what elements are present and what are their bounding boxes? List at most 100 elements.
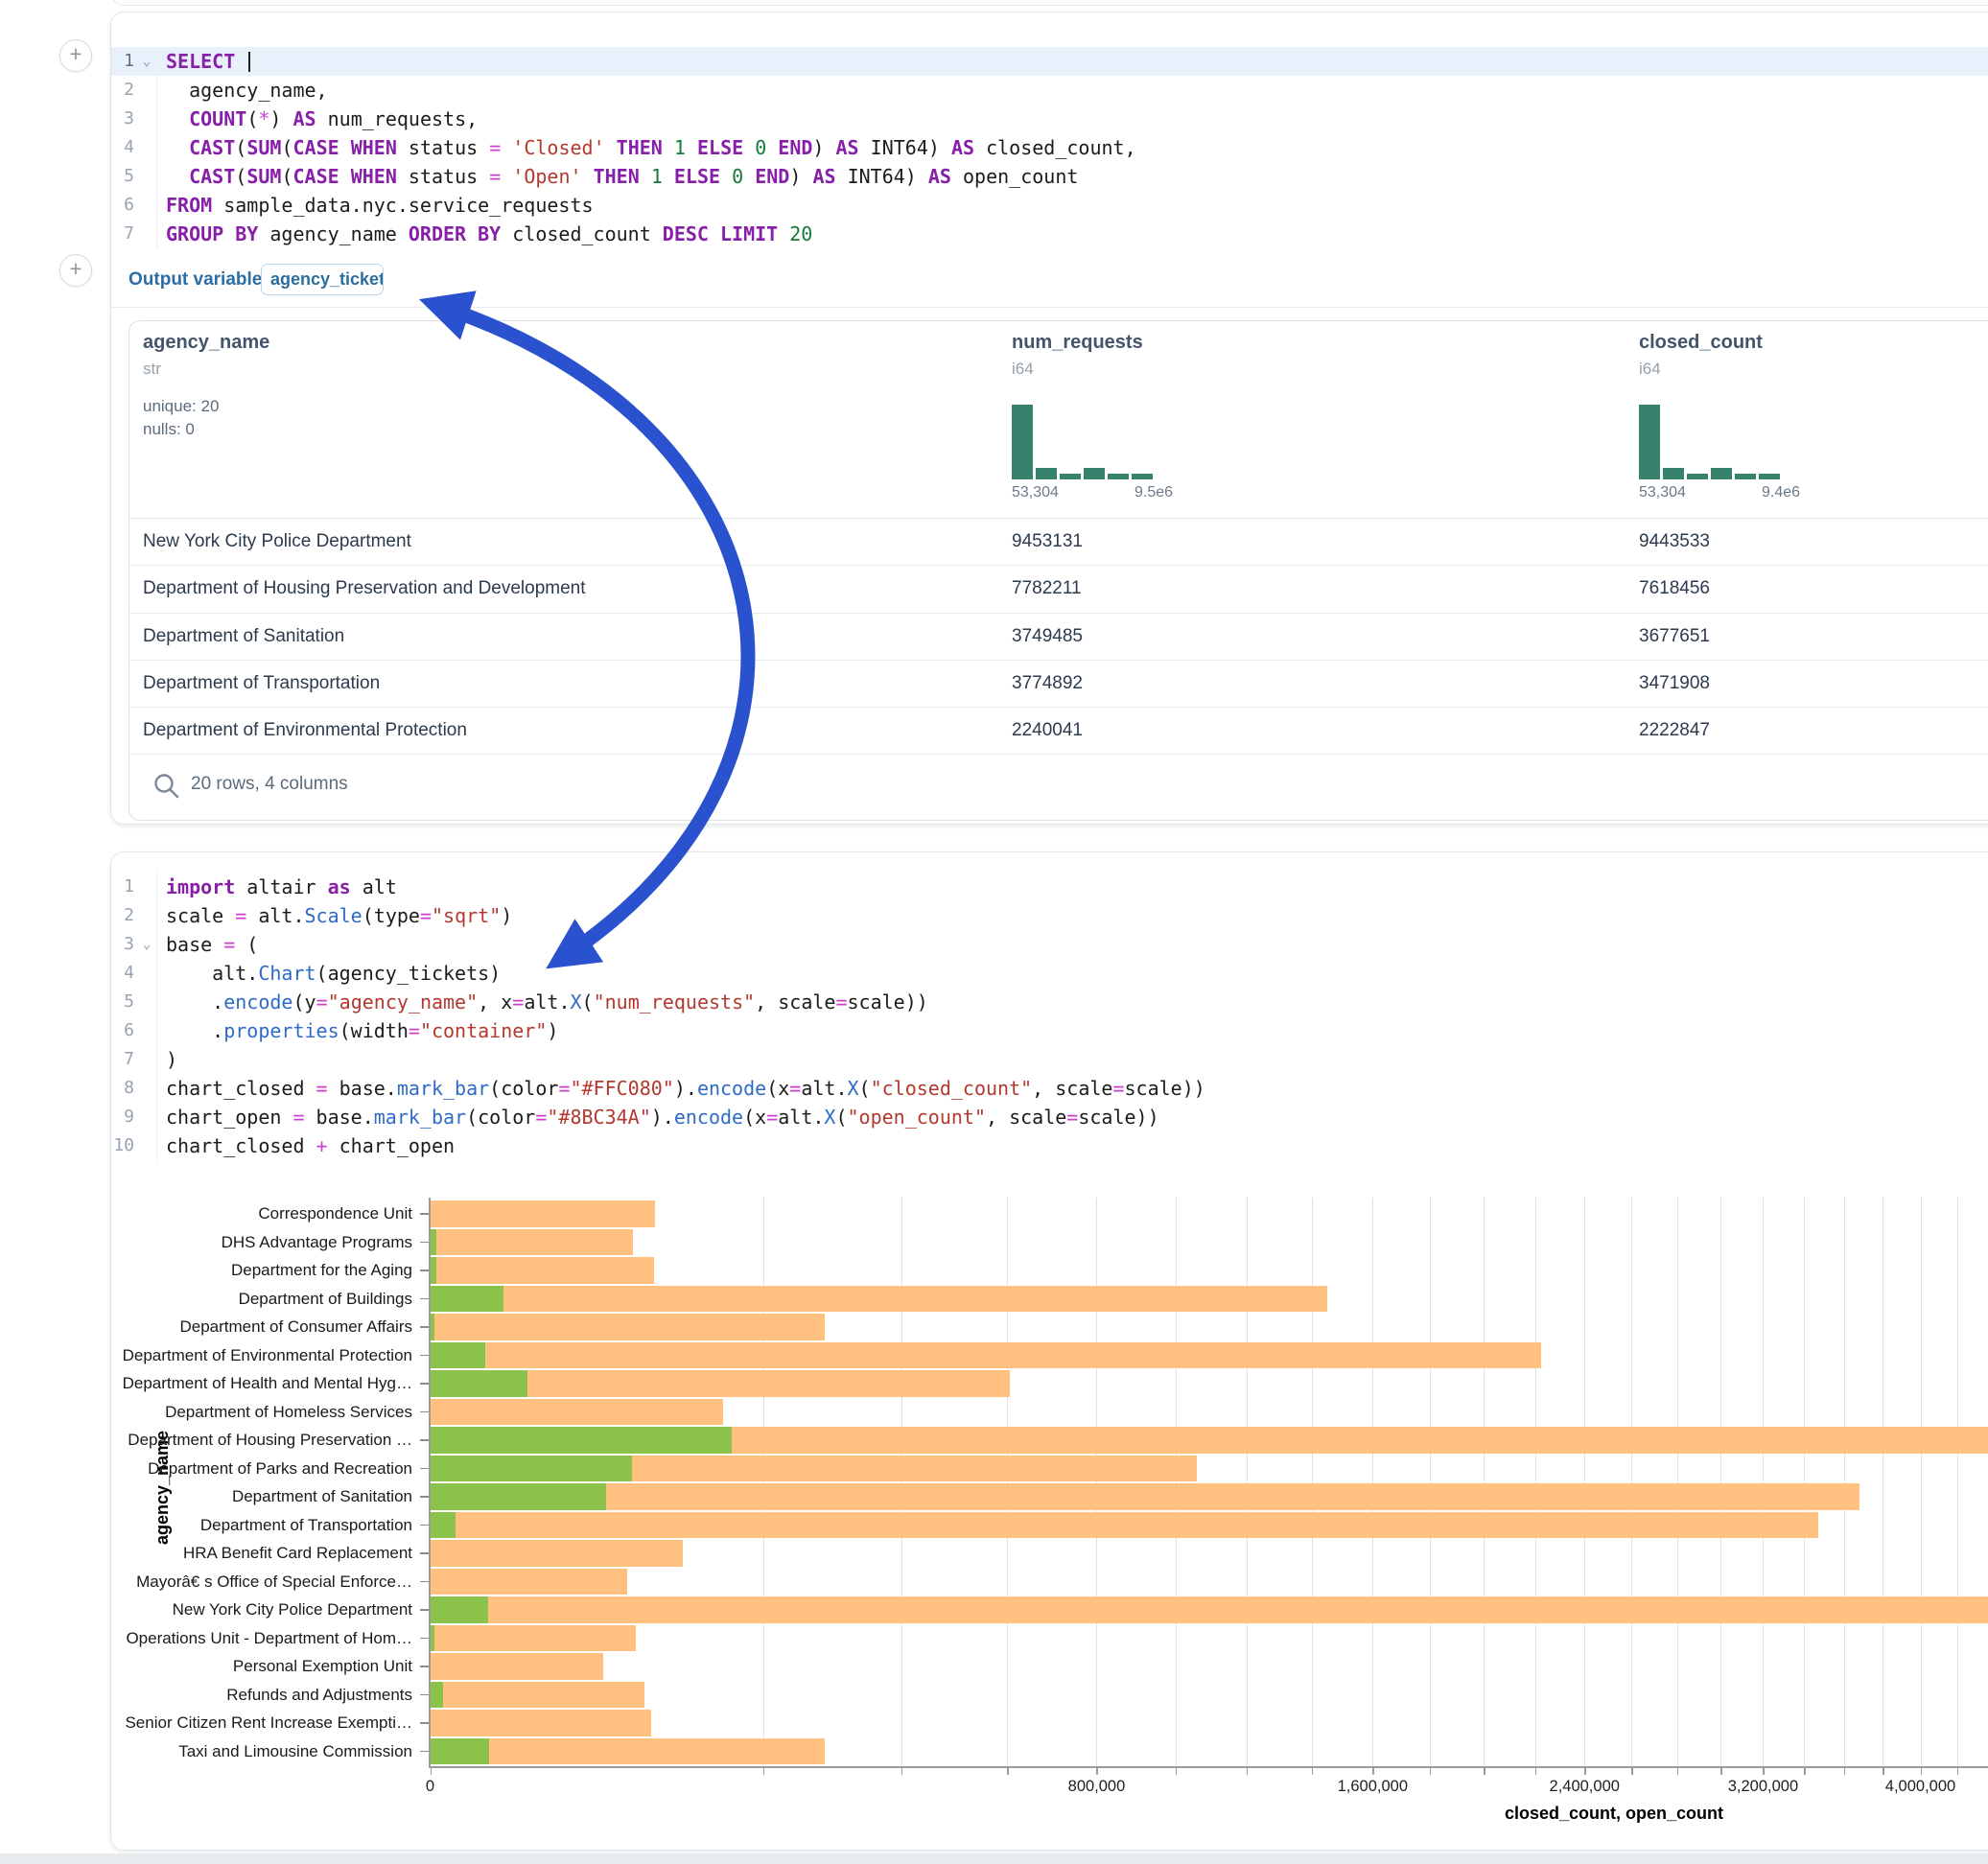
python-code-editor[interactable]: 1import altair as alt2scale = alt.Scale(… bbox=[111, 873, 1988, 1160]
fold-chevron-icon[interactable]: ⌄ bbox=[138, 47, 155, 76]
bar-closed-count[interactable] bbox=[431, 1540, 683, 1567]
table-row[interactable]: Department of Environmental Protection22… bbox=[129, 707, 1988, 755]
column-stat-unique: unique: 20 bbox=[143, 397, 219, 416]
search-icon[interactable] bbox=[152, 772, 181, 801]
code-line-5[interactable]: 5 .encode(y="agency_name", x=alt.X("num_… bbox=[111, 988, 1988, 1016]
chart-category-label: Department for the Aging bbox=[111, 1256, 412, 1285]
bar-open-count[interactable] bbox=[431, 1286, 504, 1313]
fold-chevron-icon[interactable]: ⌄ bbox=[138, 930, 155, 959]
line-number: 1 bbox=[111, 47, 134, 76]
chart-x-tick bbox=[1677, 1768, 1679, 1775]
bar-closed-count[interactable] bbox=[431, 1314, 826, 1340]
chart-y-tick bbox=[420, 1383, 429, 1385]
chart-gridline bbox=[1247, 1198, 1248, 1766]
bar-closed-count[interactable] bbox=[431, 1200, 655, 1227]
chart-gridline bbox=[1957, 1198, 1958, 1766]
chart-gridline bbox=[1677, 1198, 1678, 1766]
bar-open-count[interactable] bbox=[431, 1682, 443, 1709]
chart-y-tick bbox=[420, 1355, 429, 1357]
table-row[interactable]: Department of Housing Preservation and D… bbox=[129, 565, 1988, 613]
bar-closed-count[interactable] bbox=[431, 1569, 628, 1596]
code-line-6[interactable]: 6FROM sample_data.nyc.service_requests bbox=[111, 191, 1988, 220]
bar-open-count[interactable] bbox=[431, 1456, 633, 1482]
chart-category-label: Department of Health and Mental Hyg… bbox=[111, 1369, 412, 1398]
bar-closed-count[interactable] bbox=[431, 1625, 637, 1652]
table-row[interactable]: Department of Sanitation37494853677651 bbox=[129, 613, 1988, 661]
output-variable-row: Output variable: agency_tickets bbox=[111, 266, 1988, 308]
bar-open-count[interactable] bbox=[431, 1596, 488, 1623]
bar-open-count[interactable] bbox=[431, 1427, 732, 1454]
line-number: 5 bbox=[111, 988, 134, 1016]
bar-open-count[interactable] bbox=[431, 1370, 528, 1397]
bar-closed-count[interactable] bbox=[431, 1653, 604, 1680]
add-cell-button-top[interactable]: + bbox=[59, 39, 92, 72]
sql-code-editor[interactable]: 1⌄SELECT 2 agency_name,3 COUNT(*) AS num… bbox=[111, 47, 1988, 248]
code-line-2[interactable]: 2scale = alt.Scale(type="sqrt") bbox=[111, 901, 1988, 930]
chart-x-tick bbox=[1631, 1768, 1633, 1775]
column-type: i64 bbox=[1639, 360, 1661, 379]
chart-y-tick bbox=[420, 1242, 429, 1244]
chart-gridline bbox=[1844, 1198, 1845, 1766]
table-row[interactable]: New York City Police Department945313194… bbox=[129, 518, 1988, 566]
code-line-7[interactable]: 7) bbox=[111, 1045, 1988, 1074]
bar-closed-count[interactable] bbox=[431, 1286, 1328, 1313]
bar-closed-count[interactable] bbox=[431, 1710, 651, 1736]
table-cell: 3677651 bbox=[1639, 613, 1710, 660]
chart-x-tick bbox=[1372, 1768, 1374, 1775]
bar-closed-count[interactable] bbox=[431, 1738, 825, 1765]
chart-x-tick-label: 1,600,000 bbox=[1338, 1778, 1408, 1796]
bar-closed-count[interactable] bbox=[431, 1596, 1988, 1623]
column-name: closed_count bbox=[1639, 332, 1763, 354]
code-line-7[interactable]: 7GROUP BY agency_name ORDER BY closed_co… bbox=[111, 220, 1988, 248]
column-stat-nulls: nulls: 0 bbox=[143, 420, 195, 439]
table-row-count: 20 rows, 4 columns bbox=[191, 774, 348, 795]
bar-open-count[interactable] bbox=[431, 1314, 434, 1340]
chart-category-label: Senior Citizen Rent Increase Exempti… bbox=[111, 1709, 412, 1737]
code-line-2[interactable]: 2 agency_name, bbox=[111, 76, 1988, 105]
chart-y-tick bbox=[420, 1496, 429, 1498]
bar-closed-count[interactable] bbox=[431, 1483, 1859, 1510]
code-line-10[interactable]: 10chart_closed + chart_open bbox=[111, 1131, 1988, 1160]
chart-x-tick bbox=[1007, 1768, 1009, 1775]
bar-open-count[interactable] bbox=[431, 1738, 489, 1765]
bar-open-count[interactable] bbox=[431, 1625, 435, 1652]
bar-closed-count[interactable] bbox=[431, 1682, 645, 1709]
bar-open-count[interactable] bbox=[431, 1257, 436, 1284]
chart-x-tick bbox=[1247, 1768, 1249, 1775]
code-line-4[interactable]: 4 CAST(SUM(CASE WHEN status = 'Closed' T… bbox=[111, 133, 1988, 162]
bar-closed-count[interactable] bbox=[431, 1342, 1541, 1369]
code-line-3[interactable]: 3⌄base = ( bbox=[111, 930, 1988, 959]
code-line-1[interactable]: 1import altair as alt bbox=[111, 873, 1988, 901]
horizontal-scrollbar[interactable] bbox=[0, 1853, 1988, 1864]
chart-x-tick bbox=[1720, 1768, 1722, 1775]
bar-closed-count[interactable] bbox=[431, 1512, 1819, 1539]
bar-closed-count[interactable] bbox=[431, 1257, 654, 1284]
table-row[interactable]: Department of Transportation377489234719… bbox=[129, 660, 1988, 708]
chart-y-tick bbox=[420, 1525, 429, 1526]
bar-closed-count[interactable] bbox=[431, 1399, 724, 1426]
code-line-6[interactable]: 6 .properties(width="container") bbox=[111, 1016, 1988, 1045]
chart-category-label: Department of Environmental Protection bbox=[111, 1341, 412, 1370]
bar-open-count[interactable] bbox=[431, 1229, 436, 1256]
code-line-3[interactable]: 3 COUNT(*) AS num_requests, bbox=[111, 105, 1988, 133]
chart-y-tick bbox=[420, 1722, 429, 1724]
code-line-1[interactable]: 1⌄SELECT bbox=[111, 47, 1988, 76]
code-line-8[interactable]: 8chart_closed = base.mark_bar(color="#FF… bbox=[111, 1074, 1988, 1103]
chart-x-axis-title: closed_count, open_count bbox=[1505, 1804, 1723, 1824]
bar-open-count[interactable] bbox=[431, 1512, 456, 1539]
chart-category-label: Department of Consumer Affairs bbox=[111, 1313, 412, 1341]
code-line-5[interactable]: 5 CAST(SUM(CASE WHEN status = 'Open' THE… bbox=[111, 162, 1988, 191]
bar-open-count[interactable] bbox=[431, 1342, 485, 1369]
table-cell: 3774892 bbox=[1012, 660, 1083, 707]
bar-open-count[interactable] bbox=[431, 1483, 606, 1510]
add-cell-button-output[interactable]: + bbox=[59, 254, 92, 287]
chart-x-tick bbox=[763, 1768, 765, 1775]
chart-category-label: Personal Exemption Unit bbox=[111, 1652, 412, 1681]
chart-y-tick bbox=[420, 1270, 429, 1271]
output-variable-badge[interactable]: agency_tickets bbox=[261, 264, 384, 295]
code-line-9[interactable]: 9chart_open = base.mark_bar(color="#8BC3… bbox=[111, 1103, 1988, 1131]
chart-gridline bbox=[901, 1198, 902, 1766]
bar-closed-count[interactable] bbox=[431, 1229, 633, 1256]
code-line-4[interactable]: 4 alt.Chart(agency_tickets) bbox=[111, 959, 1988, 988]
chart-x-tick bbox=[1535, 1768, 1537, 1775]
